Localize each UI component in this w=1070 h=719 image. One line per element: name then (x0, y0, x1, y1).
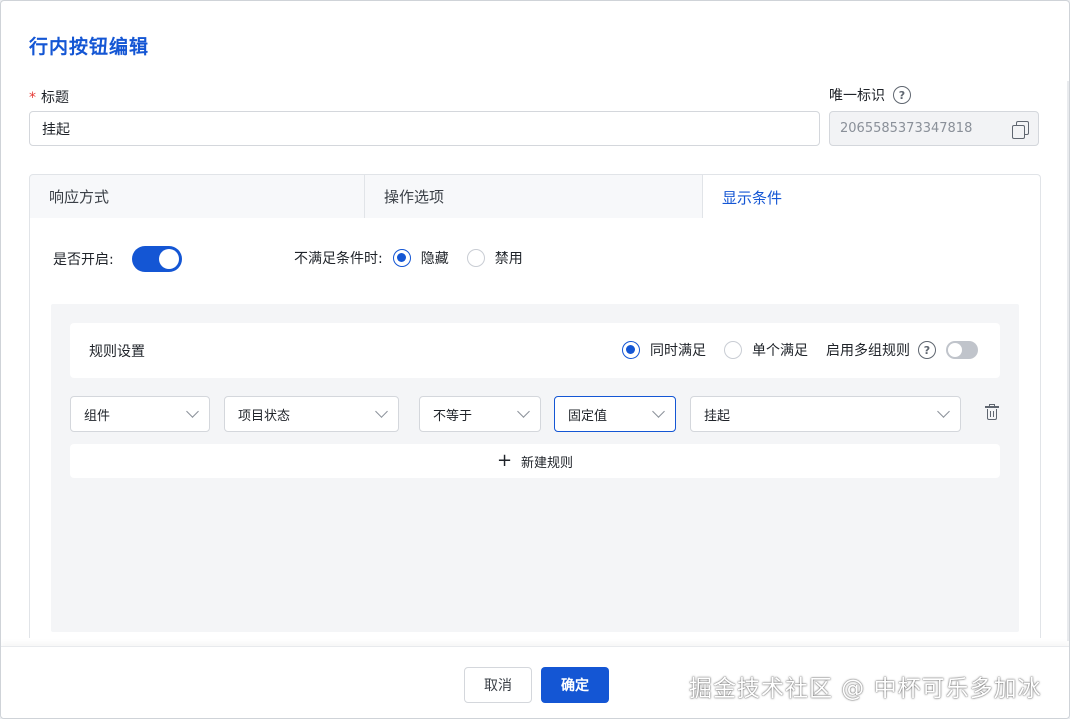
dialog-title: 行内按钮编辑 (29, 36, 150, 58)
radio-match-all-label: 同时满足 (650, 343, 706, 359)
unmet-label: 不满足条件时: (294, 251, 383, 267)
radio-match-all-dot[interactable] (622, 341, 640, 359)
operator-select[interactable]: 不等于 (419, 396, 541, 432)
add-rule-label: 新建规则 (521, 455, 574, 471)
chevron-down-icon (517, 405, 530, 418)
tab-display-conditions[interactable]: 显示条件 (703, 174, 1041, 219)
title-input-value: 挂起 (42, 121, 70, 138)
component-select[interactable]: 组件 (70, 396, 210, 432)
value-type-select[interactable]: 固定值 (554, 396, 676, 432)
trash-icon[interactable] (985, 404, 999, 420)
tab-bar: 响应方式 操作选项 显示条件 (29, 174, 1041, 219)
help-icon[interactable]: ? (918, 341, 936, 359)
radio-match-any-label: 单个满足 (752, 343, 808, 359)
copy-icon[interactable] (1012, 120, 1029, 139)
enable-label: 是否开启: (53, 252, 114, 268)
id-field: 2065585373347818 (829, 111, 1039, 146)
tab-operation-options[interactable]: 操作选项 (365, 174, 703, 219)
radio-hide-dot[interactable] (392, 249, 411, 267)
radio-match-all[interactable]: 同时满足 (622, 340, 706, 360)
add-rule-button[interactable]: + 新建规则 (70, 444, 1000, 478)
id-field-label: 唯一标识 ? (829, 85, 911, 105)
chevron-down-icon (937, 405, 950, 418)
radio-disable-dot[interactable] (466, 249, 485, 267)
radio-hide-label: 隐藏 (420, 251, 449, 267)
multi-group-switch[interactable] (946, 341, 978, 359)
component-select-value: 组件 (84, 408, 111, 424)
title-field-label: * 标题 (29, 87, 69, 107)
field-select-value: 项目状态 (238, 408, 291, 424)
title-input[interactable]: 挂起 (29, 111, 820, 146)
value-type-select-value: 固定值 (568, 408, 608, 424)
radio-match-any[interactable]: 单个满足 (724, 340, 808, 360)
field-select[interactable]: 项目状态 (224, 396, 399, 432)
id-value: 2065585373347818 (840, 121, 973, 136)
button-edit-dialog: 行内按钮编辑 * 标题 挂起 唯一标识 ? 2065585373347818 响应… (0, 0, 1070, 719)
multi-group-option: 启用多组规则 ? (826, 340, 978, 360)
cancel-button[interactable]: 取消 (464, 667, 532, 703)
enable-row: 是否开启: (53, 246, 182, 272)
value-select-value: 挂起 (704, 408, 731, 424)
rules-options: 同时满足 单个满足 启用多组规则 ? (622, 340, 978, 360)
required-mark: * (29, 90, 36, 106)
id-label-text: 唯一标识 (829, 88, 885, 104)
chevron-down-icon (186, 405, 199, 418)
plus-icon: + (496, 450, 513, 471)
operator-select-value: 不等于 (433, 408, 473, 424)
multi-group-label: 启用多组规则 (826, 343, 910, 359)
radio-disable-label: 禁用 (494, 251, 523, 267)
unmet-behavior-group: 不满足条件时: 隐藏 禁用 (294, 248, 523, 268)
radio-disable[interactable]: 禁用 (466, 248, 523, 268)
help-icon[interactable]: ? (893, 86, 911, 104)
chevron-down-icon (375, 405, 388, 418)
value-select[interactable]: 挂起 (690, 396, 961, 432)
chevron-down-icon (652, 405, 665, 418)
title-label-text: 标题 (41, 90, 69, 106)
enable-switch[interactable] (131, 246, 182, 272)
rules-title: 规则设置 (89, 344, 145, 360)
tab-response-mode[interactable]: 响应方式 (29, 174, 365, 219)
radio-match-any-dot[interactable] (724, 341, 742, 359)
radio-hide[interactable]: 隐藏 (392, 248, 449, 268)
watermark: 掘金技术社区 @ 中杯可乐多加冰 (689, 676, 1042, 702)
ok-button[interactable]: 确定 (541, 667, 609, 703)
